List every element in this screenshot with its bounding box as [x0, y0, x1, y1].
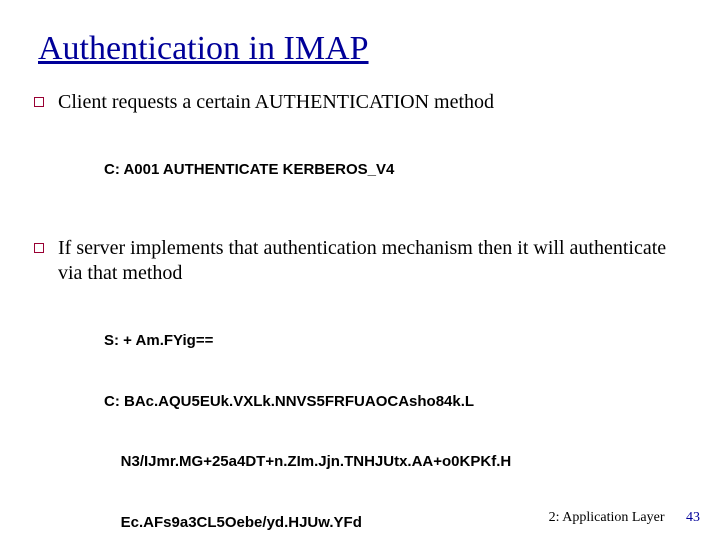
footer-page-number: 43 [686, 510, 700, 525]
bullet-item: If server implements that authentication… [28, 236, 692, 540]
code-line: S: + Am.FYig== [104, 331, 692, 351]
code-line: C: BAc.AQU5EUk.VXLk.NNVS5FRFUAOCAsho84k.… [104, 392, 692, 412]
code-line: C: A001 AUTHENTICATE KERBEROS_V4 [104, 160, 692, 180]
footer: 2: Application Layer 43 [549, 510, 700, 526]
bullet-item: Client requests a certain AUTHENTICATION… [28, 90, 692, 220]
bullet-text: Client requests a certain AUTHENTICATION… [58, 90, 692, 115]
code-block: S: + Am.FYig== C: BAc.AQU5EUk.VXLk.NNVS5… [104, 290, 692, 540]
code-line: N3/IJmr.MG+25a4DT+n.ZIm.Jjn.TNHJUtx.AA+o… [104, 452, 692, 472]
bullet-text: If server implements that authentication… [58, 236, 692, 286]
slide: Authentication in IMAP Client requests a… [0, 0, 720, 540]
code-block: C: A001 AUTHENTICATE KERBEROS_V4 [104, 119, 692, 220]
footer-chapter: 2: Application Layer [549, 510, 665, 525]
bullet-list: Client requests a certain AUTHENTICATION… [28, 90, 692, 540]
slide-title: Authentication in IMAP [38, 30, 692, 68]
